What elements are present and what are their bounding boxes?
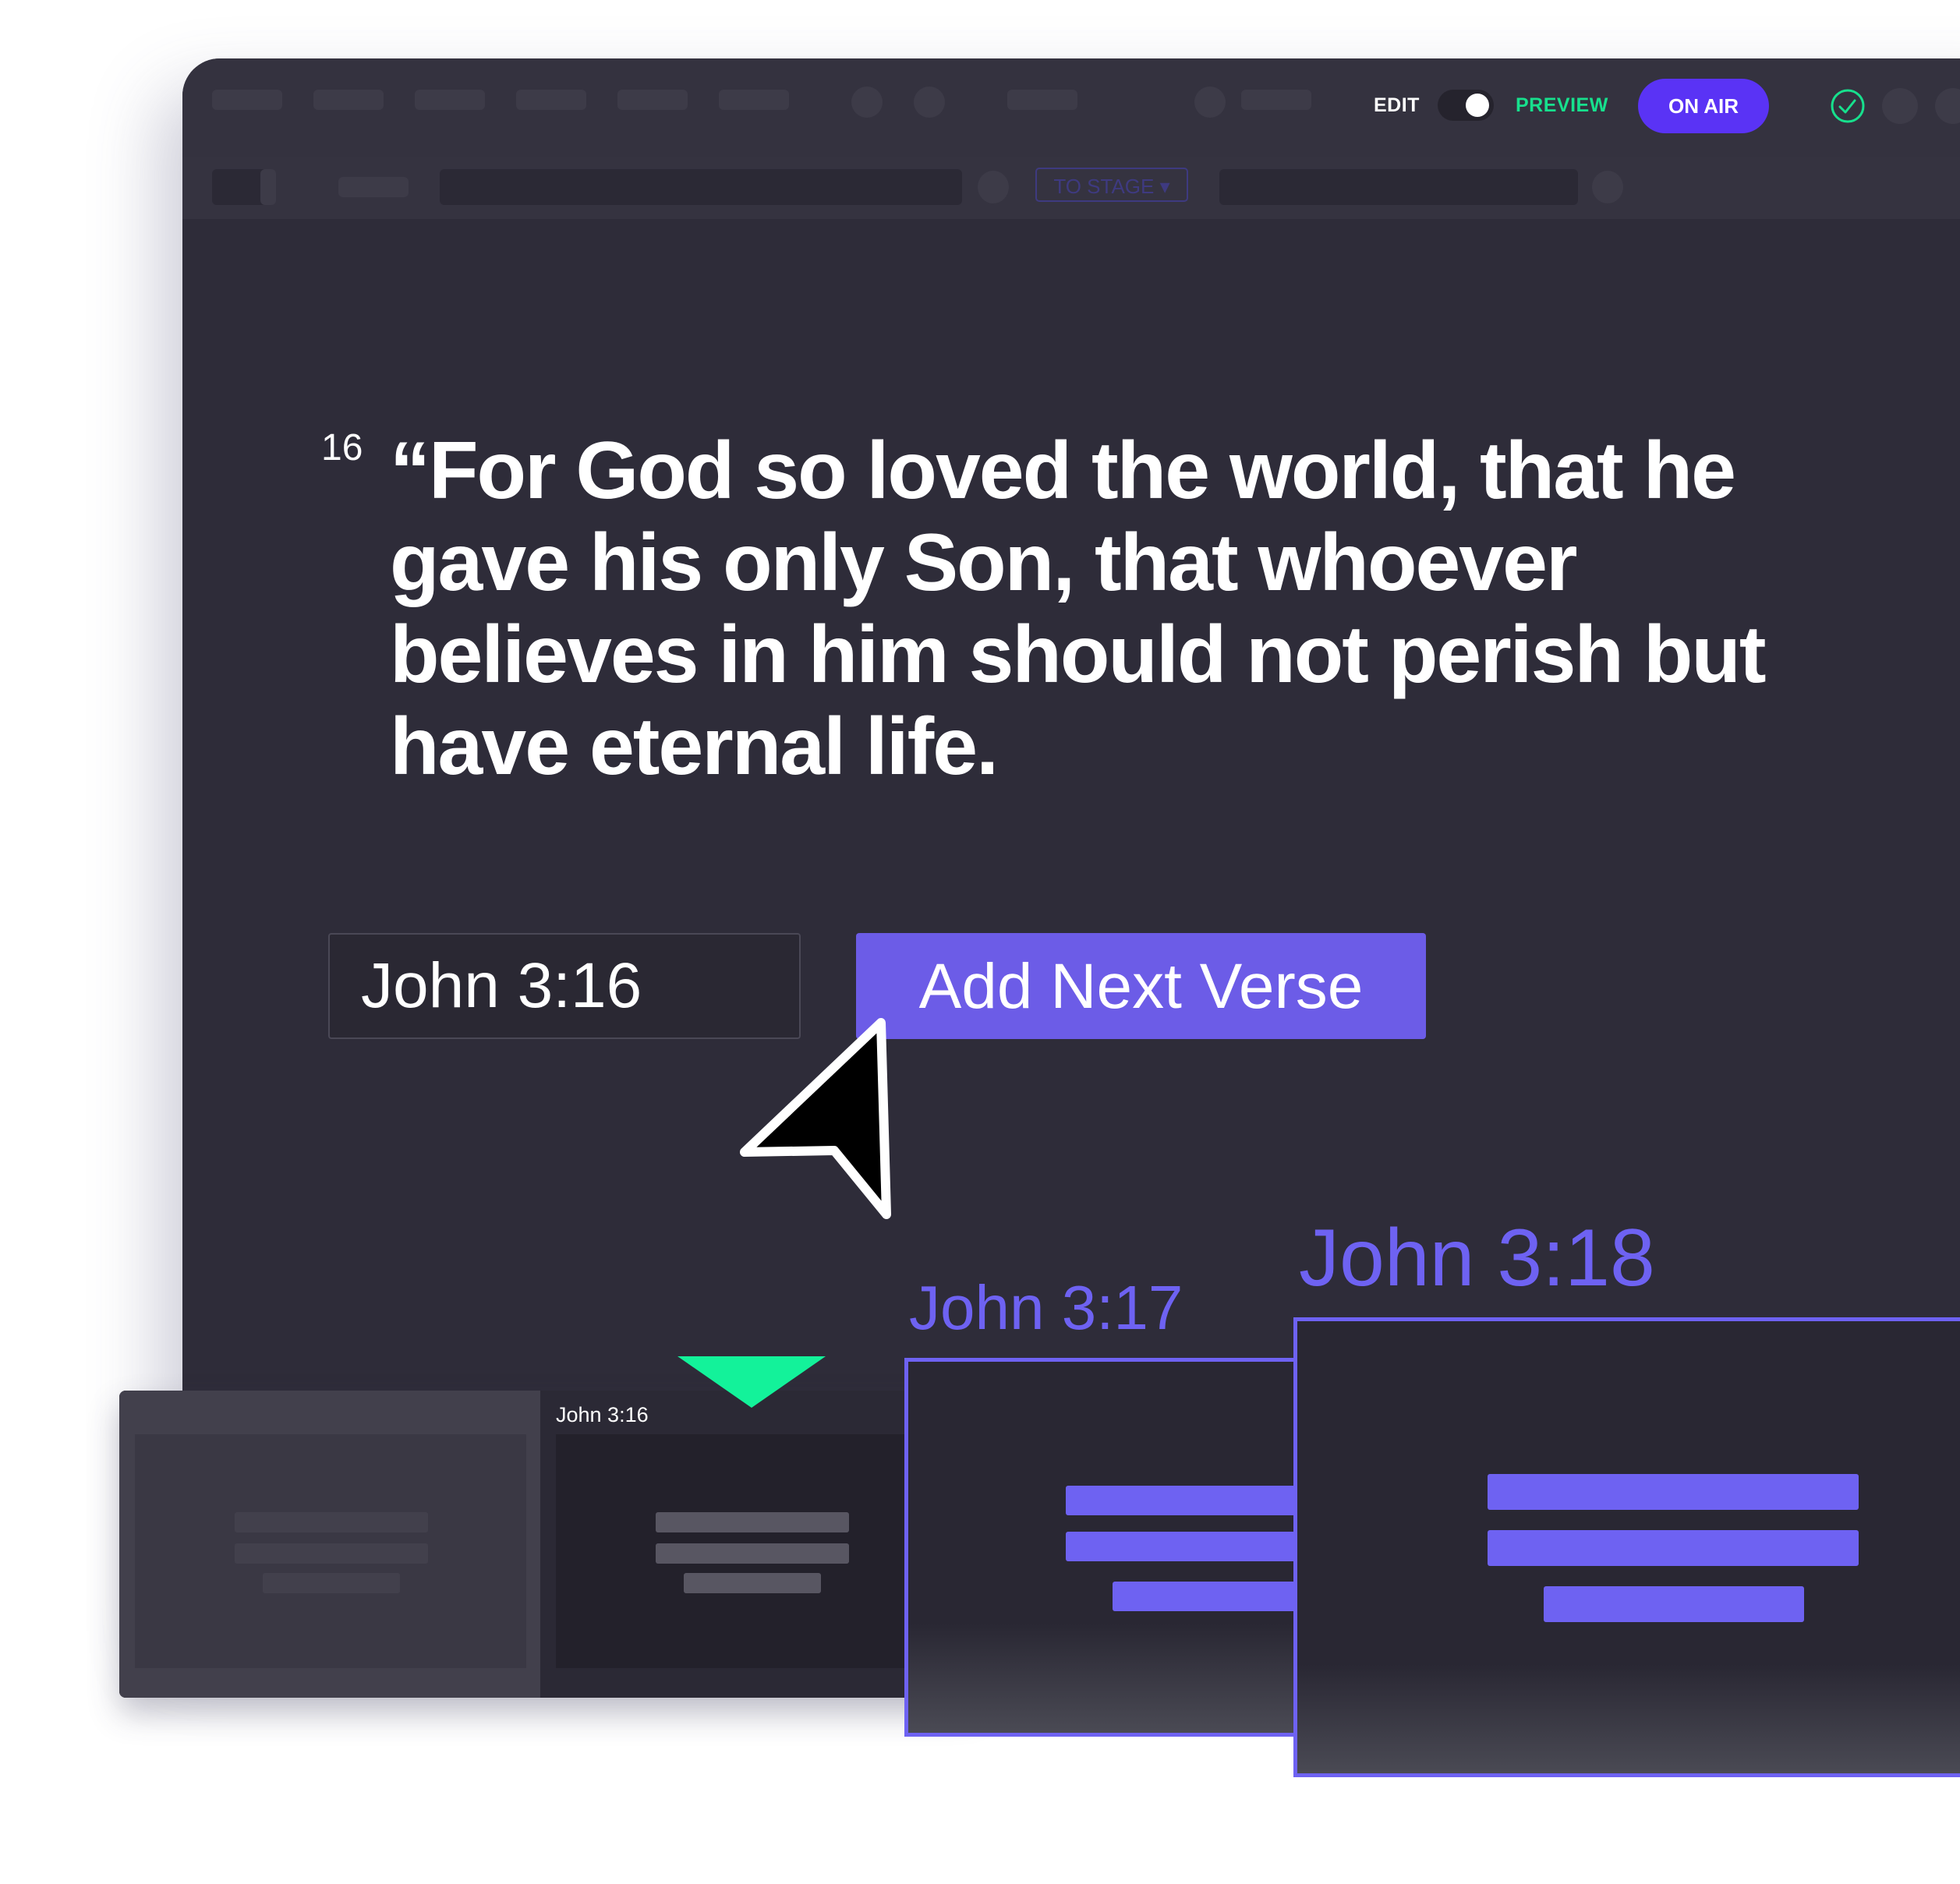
incoming-slide-label: John 3:17 — [909, 1273, 1183, 1342]
verse-number: 16 — [321, 427, 363, 468]
menu-placeholder[interactable] — [617, 90, 688, 110]
menu-placeholder[interactable] — [313, 90, 384, 110]
live-position-marker — [678, 1356, 826, 1408]
to-stage-dropdown[interactable]: TO STAGE ▾ — [1035, 168, 1188, 202]
text-line-placeholder — [656, 1543, 849, 1564]
menu-placeholder[interactable] — [1007, 90, 1077, 110]
preview-mode-label[interactable]: PREVIEW — [1516, 94, 1608, 117]
text-line-placeholder — [1066, 1486, 1306, 1515]
caret-down-icon: ▾ — [1159, 175, 1170, 198]
text-line-placeholder — [235, 1512, 428, 1532]
toggle-knob — [1466, 94, 1489, 117]
mouse-pointer-icon — [740, 1018, 891, 1219]
menu-placeholder[interactable] — [516, 90, 586, 110]
text-line-placeholder — [1544, 1586, 1804, 1622]
text-line-placeholder — [1066, 1532, 1306, 1561]
menu-placeholder[interactable] — [719, 90, 789, 110]
icon-placeholder[interactable] — [1935, 88, 1960, 124]
control-placeholder[interactable] — [260, 169, 276, 205]
search-field-placeholder[interactable] — [440, 169, 962, 205]
icon-placeholder[interactable] — [1194, 87, 1226, 118]
menu-placeholder[interactable] — [415, 90, 485, 110]
edit-preview-toggle[interactable] — [1438, 90, 1494, 121]
icon-placeholder[interactable] — [914, 87, 945, 118]
previous-slide[interactable] — [119, 1391, 540, 1698]
on-air-button[interactable]: ON AIR — [1638, 79, 1769, 133]
add-next-verse-button[interactable]: Add Next Verse — [856, 933, 1426, 1039]
scripture-reference-input[interactable] — [328, 933, 801, 1039]
icon-placeholder[interactable] — [1882, 88, 1918, 124]
current-slide-title: John 3:16 — [556, 1403, 649, 1426]
text-line-placeholder — [1488, 1474, 1859, 1510]
incoming-slide-card[interactable] — [904, 1358, 1310, 1737]
verse-text: “For God so loved the world, that he gav… — [390, 426, 1767, 792]
control-placeholder[interactable] — [338, 177, 409, 197]
text-line-placeholder — [235, 1543, 428, 1564]
verse-display: 16 “For God so loved the world, that he … — [321, 425, 1949, 793]
icon-placeholder[interactable] — [851, 87, 883, 118]
menu-placeholder[interactable] — [212, 90, 282, 110]
text-line-placeholder — [656, 1512, 849, 1532]
text-line-placeholder — [1113, 1582, 1306, 1611]
edit-mode-label[interactable]: EDIT — [1374, 94, 1420, 117]
incoming-slide-label: John 3:18 — [1299, 1213, 1655, 1303]
text-line-placeholder — [1488, 1530, 1859, 1566]
slides-panel: John 3:16 — [119, 1391, 977, 1698]
icon-placeholder[interactable] — [1592, 171, 1623, 203]
icon-placeholder[interactable] — [978, 171, 1009, 203]
top-toolbar: EDIT PREVIEW ON AIR — [182, 58, 1960, 157]
check-circle-icon — [1831, 89, 1865, 123]
menu-placeholder[interactable] — [1241, 90, 1311, 110]
to-stage-label: TO STAGE — [1053, 175, 1155, 198]
text-line-placeholder — [684, 1573, 821, 1593]
field-placeholder[interactable] — [1219, 169, 1578, 205]
text-line-placeholder — [263, 1573, 400, 1593]
slide-thumbnail — [135, 1434, 526, 1668]
incoming-slide-card[interactable] — [1293, 1317, 1960, 1777]
